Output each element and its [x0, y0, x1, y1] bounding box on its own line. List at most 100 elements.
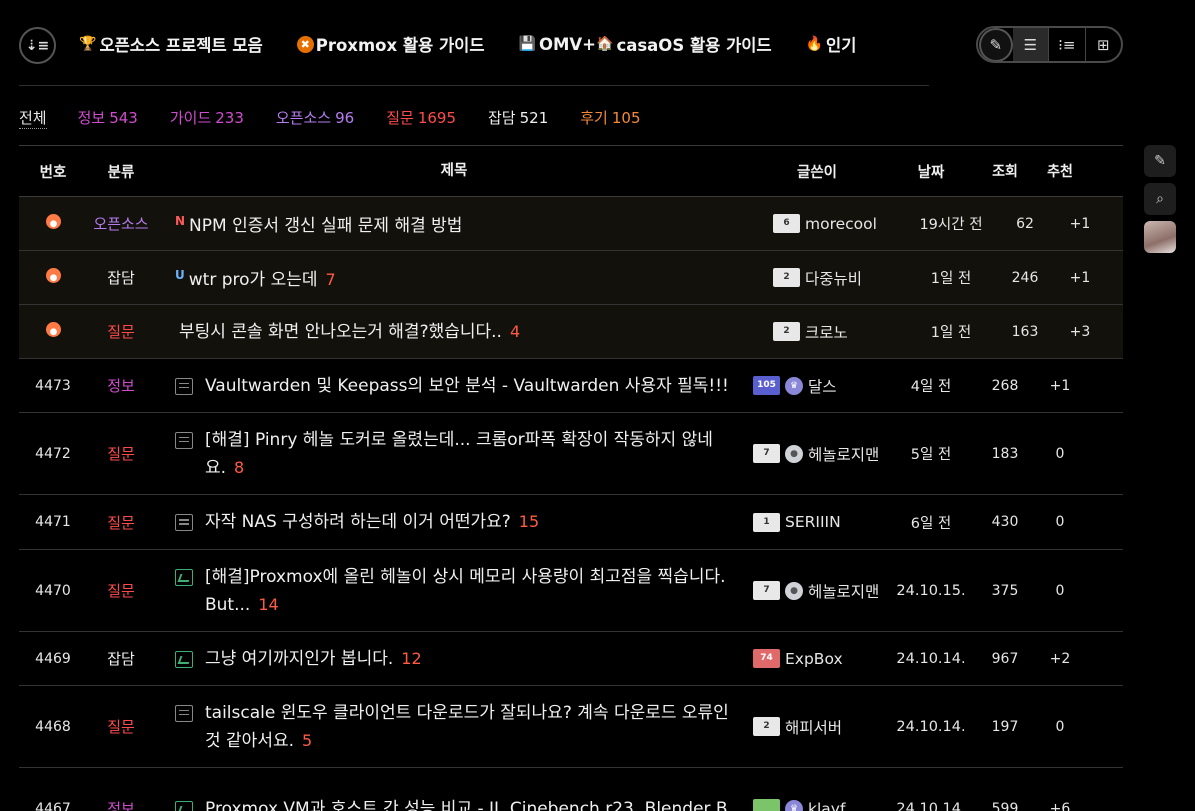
post-author[interactable]: 6 morecool	[773, 214, 901, 233]
comment-count[interactable]: 15	[519, 512, 539, 531]
comment-count[interactable]: 14	[258, 595, 278, 614]
post-author[interactable]: 7 ● 헤놀로지맨	[753, 580, 881, 602]
post-title-text: [해결]Proxmox에 올린 헤놀이 상시 메모리 사용량이 최고점을 찍습니…	[205, 566, 726, 615]
post-title-text: Proxmox VM과 호스트 간 성능 비교 - II. Cinebench …	[205, 798, 728, 811]
post-title[interactable]: 그냥 여기까지인가 봅니다. 12	[155, 645, 753, 673]
post-views: 246	[1011, 269, 1039, 286]
post-category[interactable]: 질문	[87, 443, 155, 464]
write-button[interactable]: ✎	[979, 28, 1013, 61]
post-title-text: NPM 인증서 갱신 실패 문제 해결 방법	[189, 216, 463, 236]
nav-link-1[interactable]: 🏆 오픈소스 프로젝트 모음	[79, 32, 263, 56]
header-no: 번호	[39, 164, 67, 181]
post-date: 24.10.15.	[896, 582, 966, 599]
post-title[interactable]: Uwtr pro가 오는데 7	[175, 261, 773, 294]
post-author[interactable]: 105 ♛ 달스	[753, 375, 881, 397]
search-button[interactable]: ⌕	[1144, 183, 1176, 215]
category-filter-6[interactable]: 잡담 521	[488, 107, 548, 129]
nav-link-2[interactable]: ✖ Proxmox 활용 가이드	[296, 32, 485, 56]
level-badge-icon: 7	[753, 581, 780, 600]
post-category[interactable]: 질문	[87, 716, 155, 737]
post-author[interactable]: 2 크로노	[773, 321, 901, 343]
post-title-wrap: 자작 NAS 구성하려 하는데 이거 어떤가요? 15	[175, 508, 753, 536]
post-author[interactable]: 74 ExpBox	[753, 649, 881, 668]
sort-icon: ⇣≡	[25, 37, 50, 54]
post-title[interactable]: tailscale 윈도우 클라이언트 다운로드가 잘되나요? 계속 다운로드 …	[155, 699, 753, 755]
post-author[interactable]: 2 해피서버	[753, 716, 881, 738]
list-view-button[interactable]: ☰	[1012, 28, 1049, 61]
notice-row[interactable]: 잡담 Uwtr pro가 오는데 7 2 다중뉴비 1일 전 246 +1	[19, 251, 1123, 305]
post-title[interactable]: 자작 NAS 구성하려 하는데 이거 어떤가요? 15	[155, 508, 753, 536]
post-category[interactable]: 잡담	[87, 648, 155, 669]
post-author[interactable]: ♛ klayf	[753, 799, 881, 811]
comment-count[interactable]: 12	[401, 649, 421, 668]
nav-link-label: 인기	[826, 36, 857, 55]
nav-link-4[interactable]: 🏠 casaOS 활용 가이드	[596, 32, 772, 56]
comment-count[interactable]: 8	[234, 458, 244, 477]
post-title-text: tailscale 윈도우 클라이언트 다운로드가 잘되나요? 계속 다운로드 …	[205, 702, 729, 751]
sort-toggle-button[interactable]: ⇣≡	[19, 27, 56, 64]
category-filter: 전체 정보 543 가이드 233 오픈소스 96 질문 1695 잡담 521 후기 105	[19, 107, 673, 129]
category-filter-3[interactable]: 가이드 233	[170, 107, 244, 129]
comment-count[interactable]: 4	[510, 322, 520, 341]
table-row[interactable]: 4468 질문 tailscale 윈도우 클라이언트 다운로드가 잘되나요? 계속…	[19, 686, 1123, 768]
table-row[interactable]: 4472 질문 [해결] Pinry 헤놀 도커로 올렸는데... 크롬or파폭 확…	[19, 413, 1123, 495]
header-recommend[interactable]: 추천	[1029, 161, 1091, 181]
table-row[interactable]: 4470 질문 [해결]Proxmox에 올린 헤놀이 상시 메모리 사용량이 최고…	[19, 550, 1123, 632]
category-filter-5[interactable]: 질문 1695	[386, 107, 456, 129]
header-views[interactable]: 조회	[981, 161, 1029, 181]
compact-list-view-button[interactable]: ⁝≡	[1049, 28, 1084, 61]
text-post-icon	[175, 514, 193, 531]
level-badge-icon: 74	[753, 649, 780, 668]
comment-count[interactable]: 5	[302, 731, 312, 750]
post-title[interactable]: [해결] Pinry 헤놀 도커로 올렸는데... 크롬or파폭 확장이 작동하…	[155, 426, 753, 482]
table-row[interactable]: 4469 잡담 그냥 여기까지인가 봅니다. 12 74 ExpBox 24.10.14. 9…	[19, 632, 1123, 686]
author-name: 다중뉴비	[805, 269, 863, 288]
table-row[interactable]: 4473 정보 Vaultwarden 및 Keepass의 보안 분석 - Vau…	[19, 359, 1123, 413]
comment-count[interactable]: 7	[325, 270, 335, 289]
header-category: 분류	[107, 164, 135, 181]
nav-link-3[interactable]: 💾 OMV+	[519, 32, 596, 56]
level-badge-icon: 2	[753, 717, 780, 736]
table-row[interactable]: 4467 정보 Proxmox VM과 호스트 간 성능 비교 - II. Cine…	[19, 768, 1123, 811]
post-title[interactable]: Vaultwarden 및 Keepass의 보안 분석 - Vaultward…	[155, 372, 753, 400]
post-category[interactable]: 질문	[87, 321, 155, 342]
nav-link-5[interactable]: 🔥 인기	[806, 32, 857, 56]
updated-badge-icon: U	[175, 268, 185, 282]
post-author[interactable]: 1 SERIIIN	[753, 512, 881, 532]
post-title-text-wrap: tailscale 윈도우 클라이언트 다운로드가 잘되나요? 계속 다운로드 …	[205, 699, 733, 755]
category-filter-7[interactable]: 후기 105	[580, 107, 640, 129]
post-recommend: +1	[1069, 215, 1091, 232]
proxmox-icon: ✖	[296, 35, 314, 53]
post-date: 1일 전	[930, 271, 972, 287]
post-author[interactable]: 7 ● 헤놀로지맨	[753, 443, 881, 465]
crown-medal-icon: ♛	[785, 799, 803, 811]
post-title[interactable]: Proxmox VM과 호스트 간 성능 비교 - II. Cinebench …	[155, 795, 753, 811]
post-category[interactable]: 질문	[87, 512, 155, 533]
category-filter-1[interactable]: 전체	[19, 107, 47, 129]
post-category[interactable]: 오픈소스	[87, 213, 155, 234]
write-post-button[interactable]: ✎	[1144, 145, 1176, 177]
notice-row[interactable]: 오픈소스 N NPM 인증서 갱신 실패 문제 해결 방법 6 morecool 19시간…	[19, 197, 1123, 251]
notice-row[interactable]: 질문 부팅시 콘솔 화면 안나오는거 해결?했습니다.. 4 2 크로노 1일 전 163 +…	[19, 305, 1123, 359]
list-icon: ☰	[1023, 35, 1038, 54]
nav-link-label: Proxmox 활용 가이드	[315, 36, 485, 55]
category-filter-2[interactable]: 정보 543	[78, 107, 138, 129]
grid-view-button[interactable]: ⊞	[1086, 28, 1121, 61]
post-author[interactable]: 2 다중뉴비	[773, 267, 901, 289]
post-title[interactable]: [해결]Proxmox에 올린 헤놀이 상시 메모리 사용량이 최고점을 찍습니…	[155, 563, 753, 619]
post-category[interactable]: 정보	[87, 798, 155, 811]
table-row[interactable]: 4471 질문 자작 NAS 구성하려 하는데 이거 어떤가요? 15 1 SERIIIN…	[19, 495, 1123, 550]
post-category[interactable]: 정보	[87, 375, 155, 396]
post-views: 62	[1016, 215, 1034, 232]
user-avatar[interactable]	[1144, 221, 1176, 253]
post-category[interactable]: 잡담	[87, 267, 155, 288]
fire-icon	[45, 268, 61, 283]
table-header: 번호 분류 제목 글쓴이 날짜 조회 추천	[19, 146, 1123, 197]
category-count: 543	[109, 109, 138, 127]
header-date[interactable]: 날짜	[881, 161, 981, 182]
level-badge-icon	[753, 799, 780, 811]
post-title[interactable]: 부팅시 콘솔 화면 안나오는거 해결?했습니다.. 4	[179, 318, 773, 346]
post-category[interactable]: 질문	[87, 580, 155, 601]
post-title[interactable]: N NPM 인증서 갱신 실패 문제 해결 방법	[175, 207, 773, 240]
category-filter-4[interactable]: 오픈소스 96	[276, 107, 354, 129]
